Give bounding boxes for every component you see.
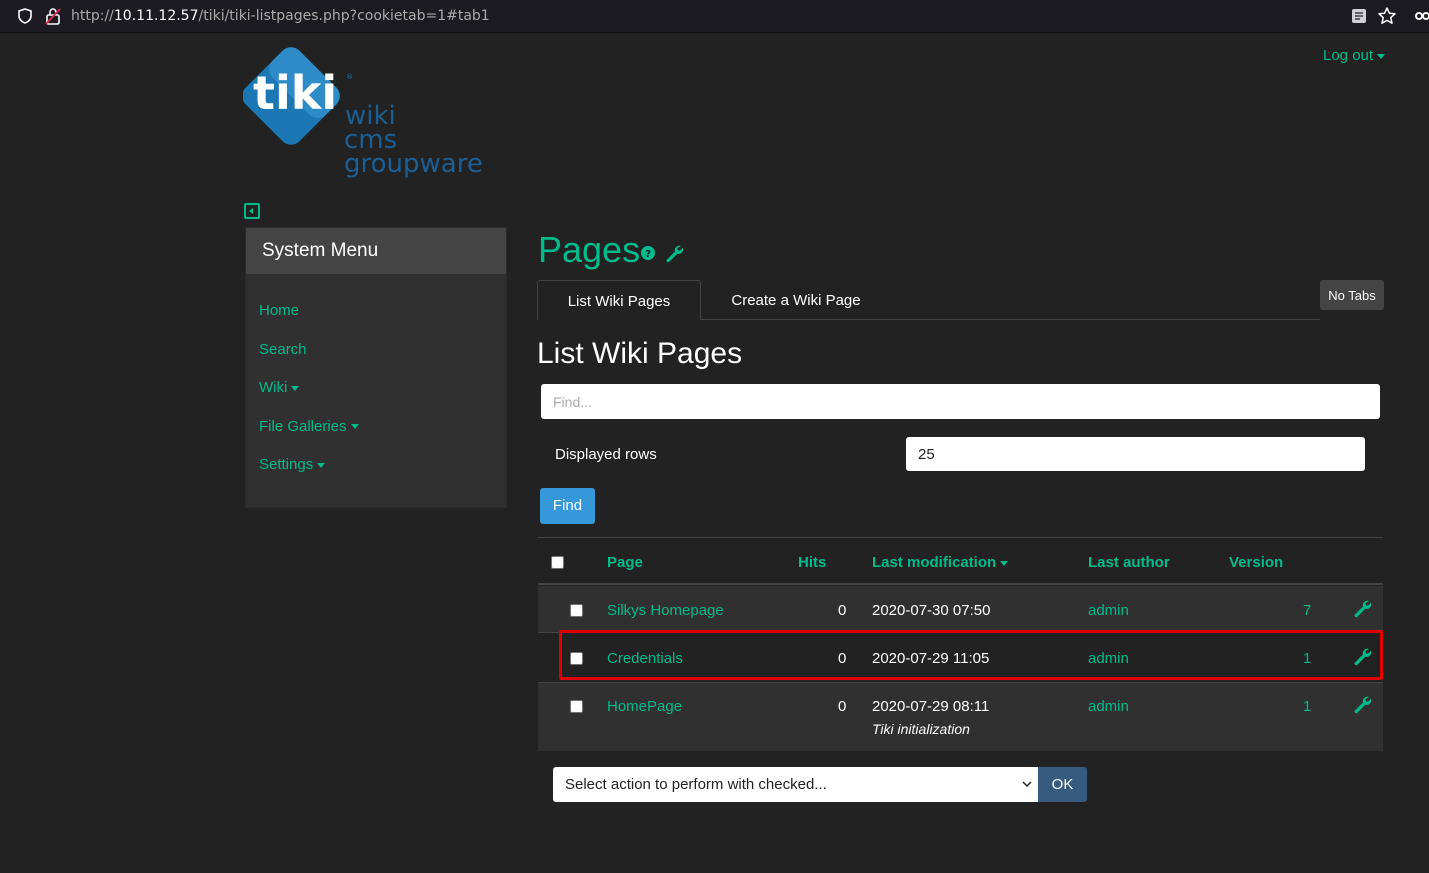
logo-tagline-groupware: groupware: [344, 149, 483, 179]
url-field[interactable]: http://10.11.12.57/tiki/tiki-listpages.p…: [71, 8, 490, 24]
page-title: Pages: [538, 229, 641, 270]
column-header-version[interactable]: Version: [1229, 554, 1283, 571]
extensions-icon[interactable]: [1415, 9, 1429, 23]
select-all-checkbox[interactable]: [551, 556, 564, 569]
column-header-page[interactable]: Page: [607, 554, 643, 571]
version-link[interactable]: 1: [1303, 698, 1311, 715]
bulk-action-select-value: Select action to perform with checked...: [565, 776, 827, 793]
column-header-last-modification[interactable]: Last modification: [872, 554, 1009, 571]
column-header-label: Last modification: [872, 554, 997, 571]
chevron-down-icon: [350, 424, 359, 430]
hits-value: 0: [838, 698, 847, 715]
svg-text:®: ®: [346, 73, 353, 81]
author-link[interactable]: admin: [1088, 602, 1129, 619]
hits-value: 0: [838, 650, 847, 667]
table-row: Credentials 0 2020-07-29 11:05 admin 1: [538, 634, 1383, 682]
sidebar-item-label: Settings: [259, 456, 314, 473]
row-checkbox[interactable]: [570, 700, 583, 713]
logo-word: tiki: [253, 66, 337, 120]
find-button[interactable]: Find: [540, 488, 595, 524]
page-link[interactable]: HomePage: [607, 698, 682, 715]
find-input[interactable]: [541, 384, 1380, 419]
wrench-icon[interactable]: [1352, 694, 1372, 714]
column-header-last-author[interactable]: Last author: [1088, 554, 1170, 571]
wrench-icon[interactable]: [1352, 598, 1372, 618]
help-icon[interactable]: ?: [641, 246, 655, 260]
page-link[interactable]: Credentials: [607, 650, 683, 667]
version-link[interactable]: 1: [1303, 650, 1311, 667]
sidebar-item-label: Wiki: [259, 379, 288, 396]
tab-bar: List Wiki Pages Create a Wiki Page: [537, 280, 1320, 320]
tab-create-wiki-page[interactable]: Create a Wiki Page: [701, 280, 891, 320]
sidebar-item-label: File Galleries: [259, 417, 347, 435]
modification-note: Tiki initialization: [872, 721, 970, 737]
sort-desc-icon: [1000, 560, 1009, 566]
table-header: Page Hits Last modification Last author …: [538, 538, 1383, 585]
row-checkbox[interactable]: [570, 604, 583, 617]
displayed-rows-label: Displayed rows: [555, 446, 657, 463]
column-header-hits[interactable]: Hits: [798, 554, 826, 571]
page-link[interactable]: Silkys Homepage: [607, 602, 724, 619]
chevron-down-icon: [291, 385, 300, 391]
chevron-down-icon: [1022, 781, 1032, 788]
modified-value: 2020-07-29 08:11: [872, 698, 990, 715]
table-row: Silkys Homepage 0 2020-07-30 07:50 admin…: [538, 586, 1383, 633]
svg-text:?: ?: [645, 249, 651, 260]
modified-value: 2020-07-30 07:50: [872, 602, 991, 619]
wrench-icon[interactable]: [1352, 646, 1372, 666]
displayed-rows-input[interactable]: 25: [906, 437, 1365, 471]
sidebar-item-home[interactable]: Home: [259, 302, 299, 319]
version-link[interactable]: 7: [1303, 602, 1311, 619]
hits-value: 0: [838, 602, 847, 619]
sidebar-item-label: Search: [259, 340, 307, 358]
tiki-logo[interactable]: tiki ® wiki cms groupware: [243, 46, 493, 181]
ok-button[interactable]: OK: [1038, 767, 1087, 802]
sidebar-item-label: Home: [259, 302, 300, 319]
shield-icon[interactable]: [17, 8, 33, 24]
modified-value: 2020-07-29 11:05: [872, 650, 990, 667]
system-menu-list: Home Search Wiki File Galleries Settings: [246, 274, 506, 495]
insecure-lock-icon[interactable]: [45, 7, 61, 25]
bulk-action-select[interactable]: Select action to perform with checked...: [553, 767, 1038, 802]
section-heading: List Wiki Pages: [537, 337, 743, 370]
sidebar-toggle-icon[interactable]: [244, 203, 260, 219]
browser-toolbar: http://10.11.12.57/tiki/tiki-listpages.p…: [0, 0, 1429, 33]
wrench-icon[interactable]: [664, 243, 684, 263]
chevron-down-icon: [1377, 53, 1386, 59]
row-checkbox[interactable]: [570, 652, 583, 665]
table-row: HomePage 0 2020-07-29 08:11 Tiki initial…: [538, 682, 1383, 751]
tab-list-wiki-pages[interactable]: List Wiki Pages: [537, 280, 701, 320]
logout-menu[interactable]: Log out: [1323, 47, 1386, 64]
no-tabs-button[interactable]: No Tabs: [1320, 280, 1384, 310]
author-link[interactable]: admin: [1088, 650, 1129, 667]
chevron-down-icon: [317, 462, 326, 468]
reader-view-icon[interactable]: [1351, 8, 1367, 24]
logout-label: Log out: [1323, 47, 1374, 64]
system-menu: System Menu Home Search Wiki File Galler…: [245, 227, 507, 508]
author-link[interactable]: admin: [1088, 698, 1129, 715]
system-menu-title: System Menu: [246, 228, 506, 274]
sidebar-item-file-galleries[interactable]: File Galleries: [259, 418, 359, 435]
wiki-pages-table: Page Hits Last modification Last author …: [538, 537, 1383, 751]
sidebar-item-search[interactable]: Search: [259, 341, 307, 358]
sidebar-item-wiki[interactable]: Wiki: [259, 379, 300, 396]
bookmark-star-icon[interactable]: [1377, 6, 1397, 26]
sidebar-item-settings[interactable]: Settings: [259, 456, 326, 473]
